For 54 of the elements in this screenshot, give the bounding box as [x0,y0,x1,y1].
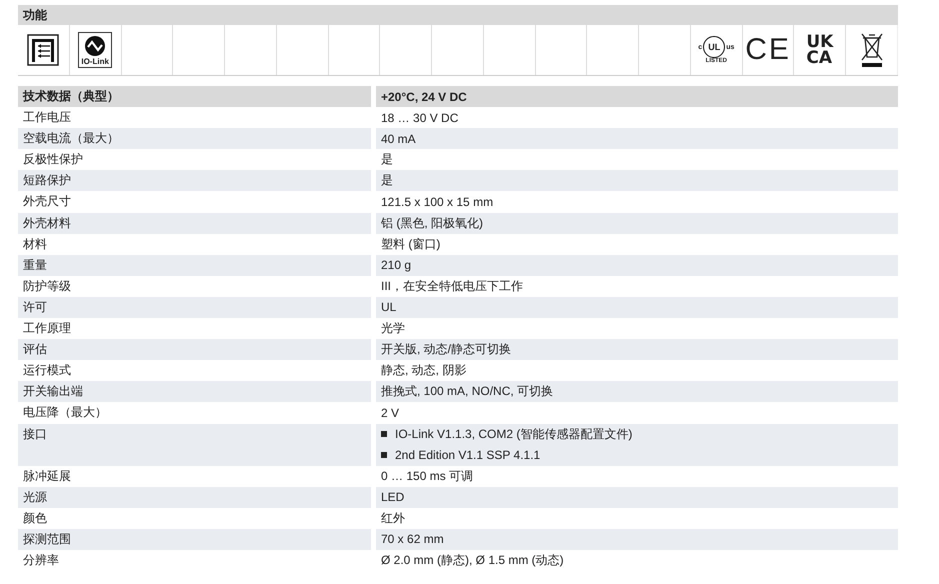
spec-value: 是 [381,151,394,168]
spec-value: UL [381,300,398,314]
spec-value: III，在安全特低电压下工作 [381,278,524,295]
spec-label: 重量 [23,256,47,274]
spec-value: 0 … 150 ms 可调 [381,468,474,485]
spec-value: 推挽式, 100 mA, NO/NC, 可切换 [381,383,554,400]
spec-value: 18 … 30 V DC [381,110,460,125]
spec-label: 开关输出端 [23,383,83,400]
spec-value: 塑料 (窗口) [381,236,442,253]
spec-value: 70 x 62 mm [381,532,445,546]
spec-value: 铝 (黑色, 阳极氧化) [381,214,484,232]
spec-label: 防护等级 [23,278,71,295]
spec-value: 210 g [381,258,412,272]
spec-label: 工作原理 [23,320,71,338]
spec-label: 分辨率 [23,552,59,569]
spec-value: 40 mA [381,132,417,146]
ce-mark: CE [745,33,791,67]
io-link-icon [84,35,106,57]
spec-value: 静态, 动态, 阴影 [381,362,468,380]
spec-label: 外壳材料 [23,214,71,232]
bullet-icon [381,452,387,458]
bullet-icon [381,431,387,437]
spec-label: 材料 [23,236,47,253]
table-header: 技术数据（典型） [18,86,371,108]
light-grid-icon [27,34,60,66]
spec-label: 运行模式 [23,362,71,380]
spec-label: 许可 [23,298,47,316]
spec-label: 空载电流（最大） [23,130,119,148]
spec-value: 光学 [381,320,406,338]
spec-label: 工作电压 [23,109,71,126]
spec-label: 探测范围 [23,530,71,548]
spec-label: 光源 [23,488,47,506]
spec-value: 红外 [381,510,406,527]
spec-label: 短路保护 [23,172,71,190]
spec-label: 颜色 [23,510,47,527]
spec-value: 是 [381,172,394,190]
spec-label: 接口 [23,426,47,442]
spec-label: 脉冲延展 [23,468,71,484]
table-header: +20°C, 24 V DC [376,86,898,108]
spec-label: 反极性保护 [23,151,83,168]
spec-value: LED [381,490,406,504]
section-header: 功能 [18,5,898,25]
spec-value: 2nd Edition V1.1 SSP 4.1.1 [395,448,540,462]
logo-text: IO-Link [81,57,109,66]
spec-label: 评估 [23,341,47,358]
crossed-bin-icon [860,32,884,68]
spec-value: IO-Link V1.1.3, COM2 (智能传感器配置文件) [395,426,632,442]
spec-value: 121.5 x 100 x 15 mm [381,195,494,210]
spec-label: 电压降（最大） [23,404,107,422]
spec-value: 2 V [381,406,400,420]
spec-value: 开关版, 动态/静态可切换 [381,341,512,358]
spec-label: 外壳尺寸 [23,193,71,210]
ukca-mark: UK CA [806,34,834,66]
spec-value: Ø 2.0 mm (静态), Ø 1.5 mm (动态) [381,552,565,569]
